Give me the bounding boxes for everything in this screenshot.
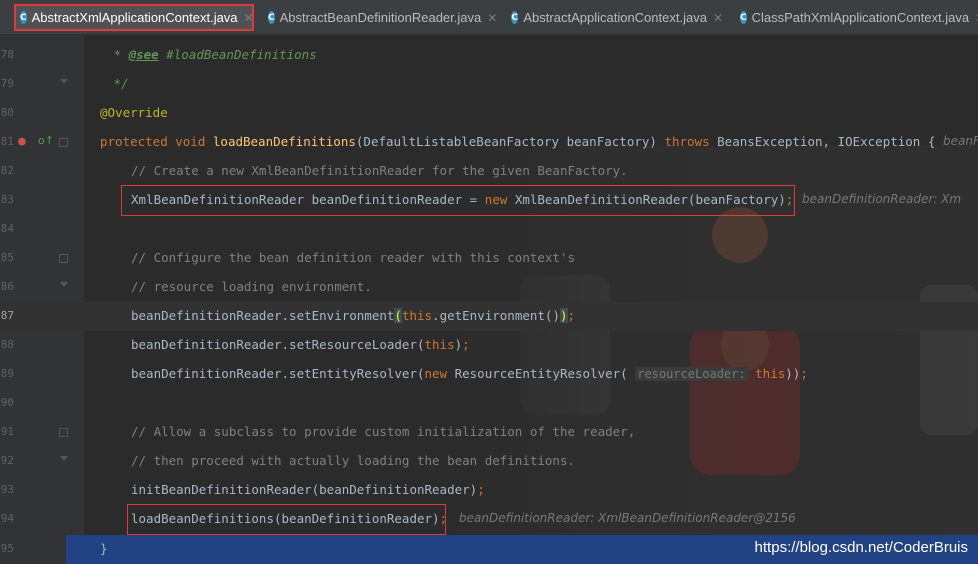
line-number: 91 — [0, 425, 14, 438]
editor-tab-bar: C AbstractXmlApplicationContext.java ✕ C… — [0, 0, 978, 35]
code-line[interactable]: 82 // Create a new XmlBeanDefinitionRead… — [0, 157, 978, 186]
code-line[interactable]: 81 ● o↑ protected void loadBeanDefinitio… — [0, 128, 978, 157]
class-icon: C — [268, 11, 275, 24]
code-text: // Create a new XmlBeanDefinitionReader … — [131, 163, 628, 178]
tab-class-path-xml-application-context[interactable]: C ClassPathXmlApplicationContext.java ✕ — [734, 4, 978, 31]
code-text: beanDefinitionReader.setEnvironment(this… — [131, 308, 576, 323]
line-number: 95 — [0, 542, 14, 555]
line-number: 88 — [0, 338, 14, 351]
code-line[interactable]: 80 @Override — [0, 99, 978, 128]
line-number: 78 — [0, 48, 14, 61]
close-icon[interactable]: ✕ — [244, 11, 254, 25]
code-line[interactable]: 84 — [0, 215, 978, 244]
tab-label: AbstractApplicationContext.java — [523, 10, 707, 25]
line-number: 82 — [0, 164, 14, 177]
line-number: 89 — [0, 367, 14, 380]
tab-abstract-application-context[interactable]: C AbstractApplicationContext.java ✕ — [505, 4, 727, 31]
code-line[interactable]: 78 * @see #loadBeanDefinitions — [0, 41, 978, 70]
fold-marker-icon[interactable] — [59, 428, 68, 437]
code-text: @Override — [100, 105, 168, 120]
class-icon: C — [20, 11, 27, 24]
code-text: // then proceed with actually loading th… — [131, 453, 576, 468]
line-number: 79 — [0, 77, 14, 90]
breakpoint-icon[interactable]: ● — [18, 134, 26, 149]
code-line[interactable]: 88 beanDefinitionReader.setResourceLoade… — [0, 331, 978, 360]
close-icon[interactable]: ✕ — [713, 11, 723, 25]
code-text: beanDefinitionReader.setResourceLoader(t… — [131, 337, 470, 352]
code-line[interactable]: 79 */ — [0, 70, 978, 99]
code-text: // Allow a subclass to provide custom in… — [131, 424, 636, 439]
code-line[interactable]: 89 beanDefinitionReader.setEntityResolve… — [0, 360, 978, 389]
annotation-highlight-box — [121, 185, 795, 216]
code-text: */ — [106, 76, 129, 91]
override-icon[interactable]: o↑ — [38, 134, 54, 147]
code-text: beanDefinitionReader.setEntityResolver(n… — [131, 366, 808, 381]
inline-debug-hint: beanDefinitionReader: XmlBeanDefinitionR… — [459, 511, 796, 525]
fold-marker-icon[interactable] — [59, 254, 68, 263]
tab-abstract-xml-application-context[interactable]: C AbstractXmlApplicationContext.java ✕ — [14, 4, 254, 31]
class-icon: C — [511, 11, 519, 24]
code-text: initBeanDefinitionReader(beanDefinitionR… — [131, 482, 485, 497]
line-number: 86 — [0, 280, 14, 293]
code-text: // Configure the bean definition reader … — [131, 250, 576, 265]
class-icon: C — [740, 11, 747, 24]
fold-marker-icon[interactable] — [59, 138, 68, 147]
tab-label: ClassPathXmlApplicationContext.java — [751, 10, 970, 25]
code-line[interactable]: 92 // then proceed with actually loading… — [0, 447, 978, 476]
code-text: // resource loading environment. — [131, 279, 372, 294]
code-editor[interactable]: 78 * @see #loadBeanDefinitions 79 */ 80 … — [0, 35, 978, 564]
code-text: } — [100, 541, 108, 556]
code-line-current[interactable]: 87 beanDefinitionReader.setEnvironment(t… — [0, 302, 978, 331]
line-number: 92 — [0, 454, 14, 467]
fold-marker-icon[interactable] — [60, 282, 68, 287]
line-number: 87 — [0, 309, 14, 322]
tab-label: AbstractBeanDefinitionReader.java — [279, 10, 482, 25]
watermark: https://blog.csdn.net/CoderBruis — [754, 539, 968, 556]
close-icon[interactable]: ✕ — [487, 11, 497, 25]
code-text: * @see #loadBeanDefinitions — [106, 47, 317, 62]
inline-debug-hint: beanDefinitionReader: Xm — [802, 192, 962, 206]
inline-debug-hint: beanF — [943, 134, 978, 148]
code-text: protected void loadBeanDefinitions(Defau… — [100, 134, 936, 149]
line-number: 83 — [0, 193, 14, 206]
code-line[interactable]: 93 initBeanDefinitionReader(beanDefiniti… — [0, 476, 978, 505]
line-number: 85 — [0, 251, 14, 264]
code-line[interactable]: 85 // Configure the bean definition read… — [0, 244, 978, 273]
code-line[interactable]: 91 // Allow a subclass to provide custom… — [0, 418, 978, 447]
line-number: 81 — [0, 135, 14, 148]
annotation-highlight-box — [127, 504, 446, 535]
code-line[interactable]: 90 — [0, 389, 978, 418]
line-number: 94 — [0, 512, 14, 525]
line-number: 80 — [0, 106, 14, 119]
line-number: 90 — [0, 396, 14, 409]
tab-label: AbstractXmlApplicationContext.java — [31, 10, 238, 25]
tab-abstract-bean-definition-reader[interactable]: C AbstractBeanDefinitionReader.java ✕ — [262, 4, 497, 31]
fold-marker-icon[interactable] — [60, 79, 68, 84]
fold-marker-icon[interactable] — [60, 456, 68, 461]
code-line[interactable]: 86 // resource loading environment. — [0, 273, 978, 302]
line-number: 93 — [0, 483, 14, 496]
line-number: 84 — [0, 222, 14, 235]
